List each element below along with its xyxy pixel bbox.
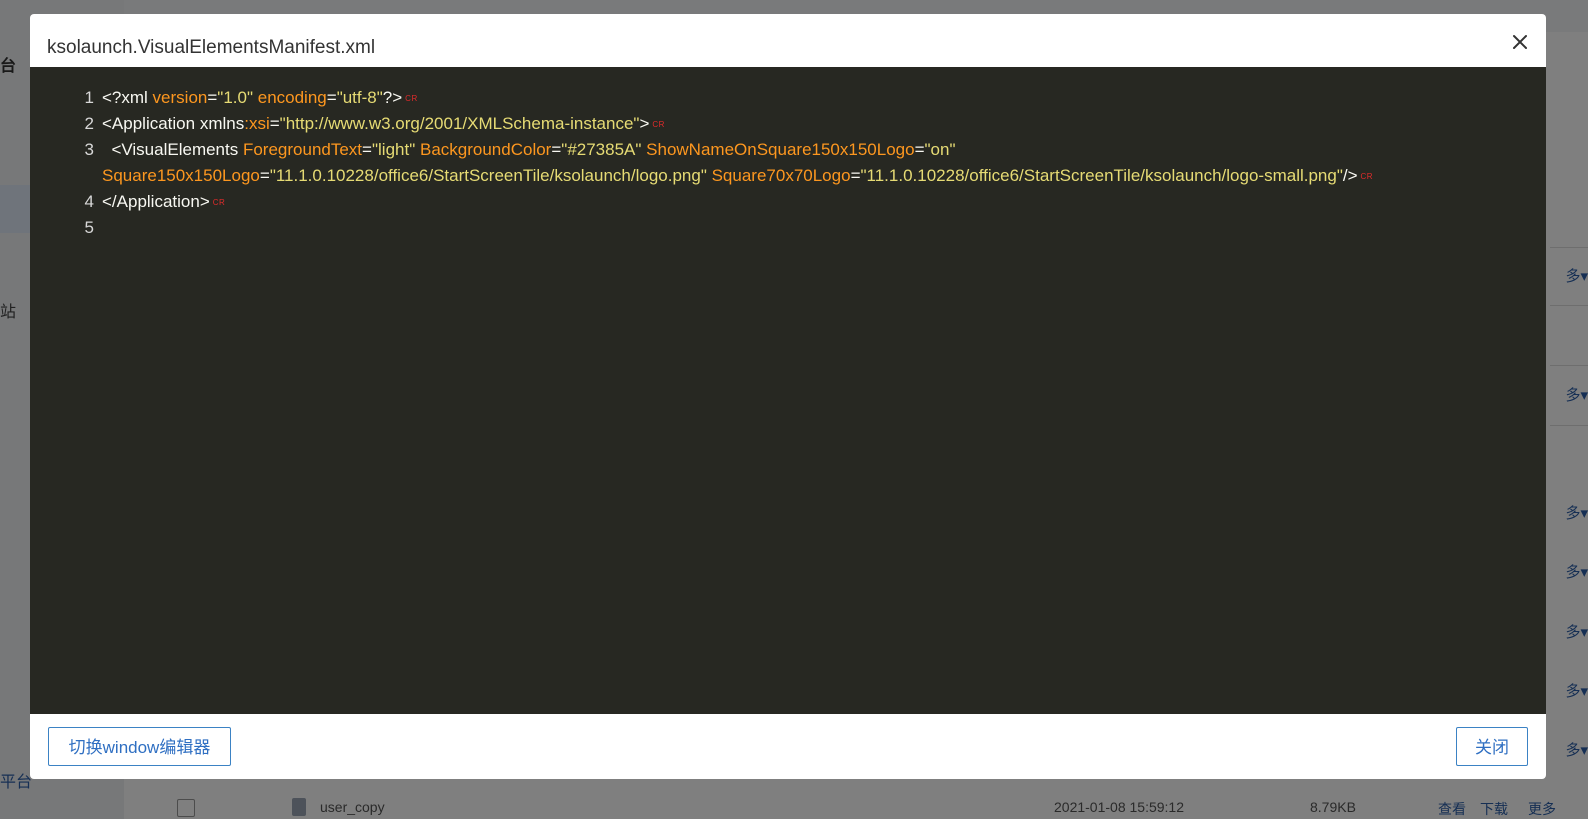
close-button[interactable]: 关闭	[1456, 727, 1528, 766]
switch-editor-button[interactable]: 切换window编辑器	[48, 727, 231, 766]
code-editor[interactable]: 1 <?xml version="1.0" encoding="utf-8"?>…	[30, 67, 1546, 714]
line-ending-marker: CR	[1360, 171, 1374, 181]
code-text: <Application xmlns:xsi="http://www.w3.or…	[102, 114, 665, 133]
line-ending-marker: CR	[405, 93, 418, 103]
code-text: Square150x150Logo="11.1.0.10228/office6/…	[102, 166, 1374, 185]
code-text: <?xml version="1.0" encoding="utf-8"?> CR	[102, 88, 418, 107]
line-number: 1	[84, 88, 94, 107]
code-text: <VisualElements ForegroundText="light" B…	[102, 140, 956, 159]
dialog-header: ksolaunch.VisualElementsManifest.xml	[30, 14, 1546, 67]
line-number: 3	[84, 140, 94, 159]
dialog-footer: 切换window编辑器 关闭	[30, 714, 1546, 779]
dialog-title: ksolaunch.VisualElementsManifest.xml	[47, 37, 376, 58]
line-ending-marker: CR	[212, 197, 226, 207]
line-number: 4	[84, 192, 94, 211]
file-preview-dialog: ksolaunch.VisualElementsManifest.xml 1 <…	[30, 14, 1546, 779]
line-number: 2	[84, 114, 94, 133]
close-icon[interactable]	[1508, 30, 1532, 54]
line-number: 5	[84, 218, 94, 237]
code-text: </Application> CR	[102, 192, 226, 211]
line-ending-marker: CR	[652, 119, 665, 129]
